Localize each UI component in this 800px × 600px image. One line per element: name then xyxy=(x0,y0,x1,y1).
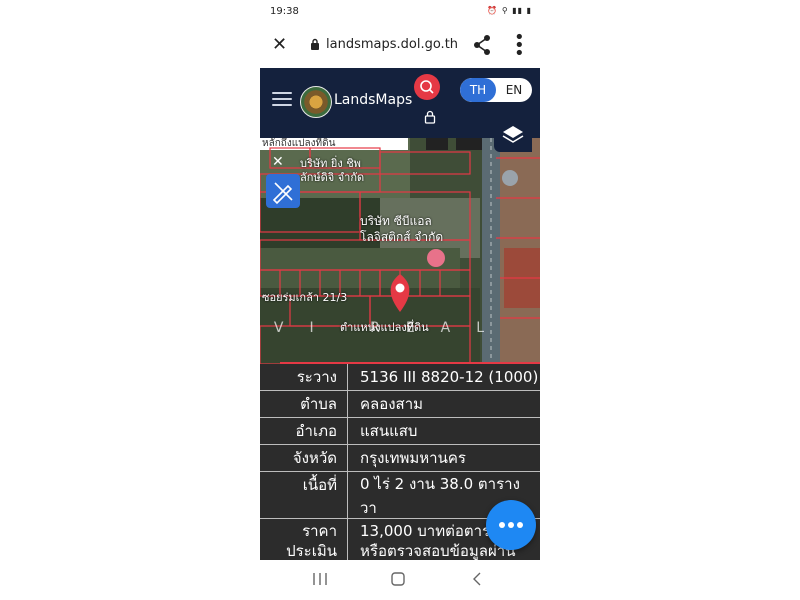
label-subdistrict: ตำบล xyxy=(260,391,348,417)
lang-en-button[interactable]: EN xyxy=(496,78,532,102)
value-province: กรุงเทพมหานคร xyxy=(360,449,466,467)
label-price-line2: ประเมิน xyxy=(286,542,337,560)
status-time: 19:38 xyxy=(270,6,299,17)
value-price-line2: หรือตรวจสอบข้อมูลผ่าน xyxy=(360,542,516,560)
more-actions-fab[interactable] xyxy=(486,500,536,550)
url-text[interactable]: landsmaps.dol.go.th xyxy=(326,37,458,52)
map-label-top2: ลักษ์ดิจิ จำกัด xyxy=(300,171,365,184)
value-price-line1: 13,000 บาทต่อตาร xyxy=(360,522,491,540)
back-icon[interactable] xyxy=(472,572,482,586)
recent-apps-icon[interactable] xyxy=(312,572,328,586)
fab-dot-icon xyxy=(499,522,505,528)
status-icons: ⏰ ⚲ ▮▮ ▮ xyxy=(487,6,532,15)
close-tool-icon[interactable]: ✕ xyxy=(272,154,284,170)
pencil-ruler-icon xyxy=(272,182,293,205)
more-options-icon[interactable]: • • • xyxy=(514,29,525,63)
label-price-line1: ราคา xyxy=(302,522,337,540)
row-province: จังหวัด กรุงเทพมหานคร xyxy=(260,445,540,472)
map-search-snippet: หลักถึงแปลงที่ดิน xyxy=(262,138,336,149)
dol-logo xyxy=(300,86,332,118)
status-bar: 19:38 ⏰ ⚲ ▮▮ ▮ xyxy=(260,0,540,24)
secure-lock-icon xyxy=(311,38,319,50)
lang-th-button[interactable]: TH xyxy=(460,78,496,102)
hamburger-menu-icon[interactable] xyxy=(272,92,292,106)
value-subdistrict: คลองสาม xyxy=(360,395,424,413)
close-tab-icon[interactable]: ✕ xyxy=(272,34,287,55)
layers-icon xyxy=(502,126,524,143)
app-name: LandsMaps xyxy=(334,92,413,108)
label-district: อำเภอ xyxy=(260,418,348,444)
row-district: อำเภอ แสนแสบ xyxy=(260,418,540,445)
android-nav-bar xyxy=(260,560,540,600)
value-sheet: 5136 III 8820-12 (1000) xyxy=(360,368,539,386)
fab-dot-icon xyxy=(517,522,523,528)
map-label-company2: โลจิสติกส์ จำกัด xyxy=(360,230,444,244)
lock-icon[interactable] xyxy=(424,110,436,124)
label-price: ราคา ประเมิน xyxy=(260,519,348,560)
home-icon[interactable] xyxy=(391,572,405,586)
row-sheet: ระวาง 5136 III 8820-12 (1000) xyxy=(260,364,540,391)
draw-tool-button[interactable] xyxy=(266,174,300,208)
phone-screen: 19:38 ⏰ ⚲ ▮▮ ▮ ✕ landsmaps.dol.go.th • • •… xyxy=(260,0,540,600)
map-label-road: ซอยร่มเกล้า 21/3 xyxy=(262,291,348,304)
label-sheet: ระวาง xyxy=(260,364,348,390)
watermark: LIVI REAL ESTATE xyxy=(260,320,540,336)
value-district: แสนแสบ xyxy=(360,422,418,440)
label-area: เนื้อที่ xyxy=(260,472,348,518)
language-toggle[interactable]: TH EN xyxy=(460,78,532,102)
row-subdistrict: ตำบล คลองสาม xyxy=(260,391,540,418)
search-button[interactable] xyxy=(414,74,440,100)
layers-button[interactable] xyxy=(494,120,532,152)
share-icon[interactable] xyxy=(472,34,492,56)
browser-toolbar: ✕ landsmaps.dol.go.th • • • xyxy=(260,24,540,68)
label-province: จังหวัด xyxy=(260,445,348,471)
search-icon xyxy=(420,80,434,94)
fab-dot-icon xyxy=(508,522,514,528)
